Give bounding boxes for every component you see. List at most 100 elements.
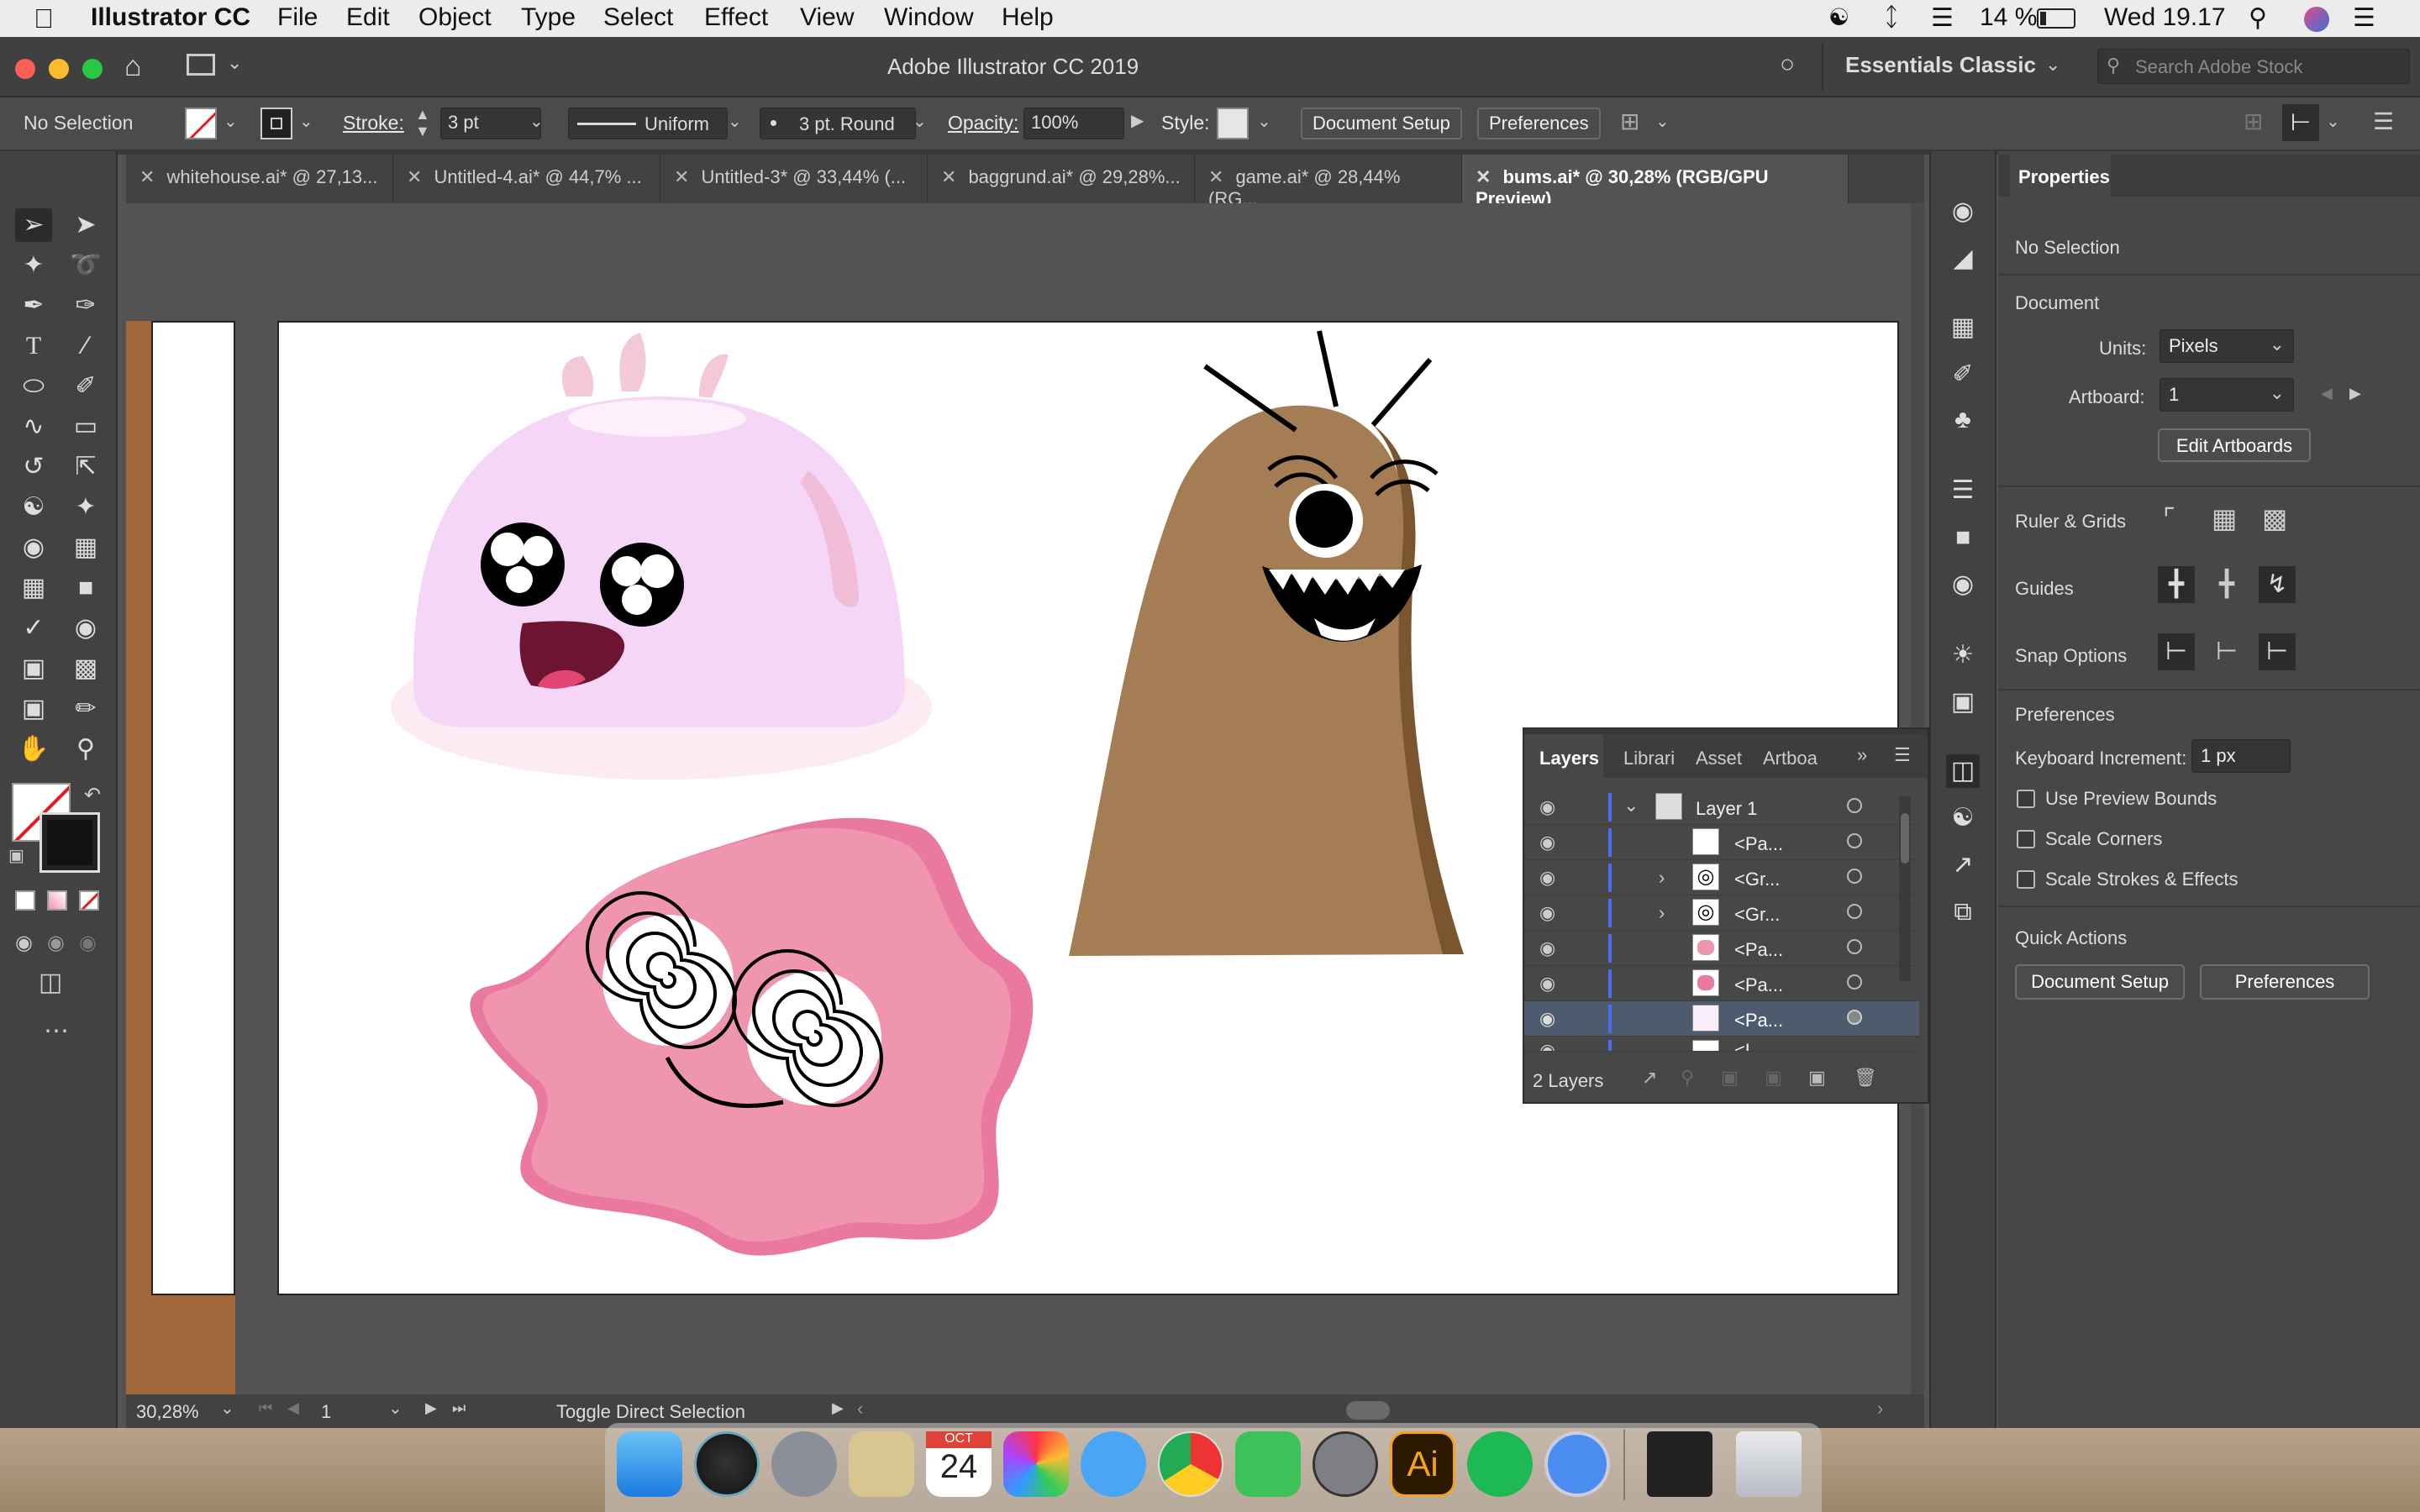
clipping-mask-icon[interactable]: ▣ — [1721, 1067, 1739, 1089]
column-graph-icon[interactable]: ▩ — [67, 652, 104, 685]
tab-untitled-4[interactable]: ✕ Untitled-4.ai* @ 44,7% ... — [393, 155, 660, 203]
eraser-icon[interactable]: ▭ — [67, 410, 104, 444]
panel-menu-icon[interactable]: ☰ — [1894, 744, 1911, 766]
next-artboard-icon[interactable]: ▶ — [425, 1399, 437, 1417]
edit-toolbar-icon[interactable]: ⋯ — [44, 1016, 69, 1046]
new-layer-icon[interactable]: ▣ — [1808, 1067, 1826, 1089]
default-colors-icon[interactable]: ▣ — [8, 845, 24, 866]
asset-export-icon[interactable]: ↗ — [1946, 848, 1980, 882]
stroke-stepper[interactable]: ▲ ▼ — [415, 106, 430, 139]
tab-layers[interactable]: Layers — [1524, 734, 1603, 778]
target-circle-icon[interactable] — [1847, 904, 1862, 919]
export-icon[interactable]: ↗ — [1642, 1067, 1657, 1089]
tab-asset-export[interactable]: Asset — [1696, 748, 1742, 769]
status-menu-arrow-icon[interactable]: ▶ — [832, 1399, 844, 1417]
layers-panel-icon[interactable]: ◫ — [1946, 754, 1980, 788]
artboard-number[interactable]: 1 — [321, 1401, 331, 1423]
menu-view[interactable]: View — [800, 3, 854, 32]
warp-tool-icon[interactable]: ☯ — [15, 491, 52, 524]
object-name[interactable]: <Pa... — [1734, 833, 1783, 855]
snap-to-grid-icon[interactable]: ⊢ — [2208, 633, 2245, 670]
stroke-label[interactable]: Stroke: — [343, 112, 404, 134]
chevron-right-icon[interactable]: › — [1659, 902, 1665, 924]
transparency-grid-icon[interactable]: ▩ — [2262, 502, 2287, 534]
fill-swatch[interactable] — [185, 108, 217, 139]
zoom-window-button[interactable] — [82, 59, 103, 79]
visibility-eye-icon[interactable]: ◉ — [1539, 1008, 1555, 1030]
scale-strokes-checkbox[interactable] — [2017, 870, 2035, 889]
tab-bums[interactable]: ✕ bums.ai* @ 30,28% (RGB/GPU Preview) — [1462, 155, 1849, 209]
sublayer-row[interactable]: ◉ › ◎ <Gr... — [1524, 895, 1919, 931]
preview-app-icon[interactable] — [849, 1431, 914, 1497]
target-circle-icon[interactable] — [1847, 798, 1862, 813]
siri-app-icon[interactable] — [694, 1431, 760, 1497]
shaper-tool-icon[interactable]: ∿ — [15, 410, 52, 444]
launchpad-app-icon[interactable] — [771, 1431, 837, 1497]
slice-tool-icon[interactable]: ✏ — [67, 692, 104, 726]
perspective-grid-icon[interactable]: ▦ — [67, 531, 104, 564]
ellipse-tool-icon[interactable]: ⬭ — [15, 370, 52, 403]
sublayer-row-selected[interactable]: ◉ <Pa... — [1524, 1001, 1919, 1037]
color-panel-icon[interactable]: ◉ — [1946, 195, 1980, 228]
object-name[interactable]: <Gr... — [1734, 904, 1780, 926]
scroll-left-icon[interactable]: ‹ — [857, 1398, 863, 1420]
units-dropdown[interactable]: Pixels ⌄ — [2160, 329, 2294, 363]
gradient-panel-icon[interactable]: ■ — [1946, 521, 1980, 554]
brushes-icon[interactable]: ✐ — [1946, 358, 1980, 391]
opacity-input[interactable]: 100% — [1023, 108, 1124, 139]
arrange-icon[interactable]: ⊞ — [1620, 108, 1639, 135]
artboard-dropdown[interactable]: 1 ⌄ — [2160, 378, 2294, 412]
previous-artboard-icon[interactable]: ◀ — [287, 1399, 299, 1417]
align-icon[interactable]: ⊞ — [2244, 108, 2263, 135]
scale-corners-label[interactable]: Scale Corners — [2045, 828, 2162, 850]
stroke-color-box[interactable] — [39, 812, 100, 873]
smart-guides-icon[interactable]: ↯ — [2259, 566, 2296, 603]
lock-guides-icon[interactable]: ╋ — [2208, 566, 2245, 603]
layer-row[interactable]: ◉ ⌄ Layer 1 — [1524, 790, 1919, 825]
target-circle-icon[interactable] — [1847, 939, 1862, 954]
keyboard-increment-input[interactable]: 1 px — [2191, 739, 2291, 773]
system-preferences-app-icon[interactable] — [1313, 1431, 1378, 1497]
sublayer-row[interactable]: ◉ <Pa... — [1524, 966, 1919, 1001]
previous-artboard-icon[interactable]: ◀ — [2321, 385, 2333, 402]
selection-tool-icon[interactable]: ➢ — [15, 208, 52, 242]
swatches-icon[interactable]: ▦ — [1946, 311, 1980, 344]
sublayer-row[interactable]: ◉ <Pa... — [1524, 825, 1919, 860]
new-sublayer-icon[interactable]: ▣ — [1765, 1067, 1782, 1089]
tab-untitled-3[interactable]: ✕ Untitled-3* @ 33,44% (... — [660, 155, 928, 203]
illustrator-app-icon[interactable]: Ai — [1390, 1431, 1455, 1497]
menu-help[interactable]: Help — [1002, 3, 1054, 32]
hand-tool-icon[interactable]: ✋ — [15, 732, 52, 766]
tab-whitehouse[interactable]: ✕ whitehouse.ai* @ 27,13... — [126, 155, 393, 203]
scale-tool-icon[interactable]: ⇱ — [67, 450, 104, 484]
chevron-right-icon[interactable]: › — [1659, 867, 1665, 889]
close-tab-icon[interactable]: ✕ — [1476, 166, 1491, 187]
horizontal-scroll-thumb[interactable] — [1346, 1401, 1390, 1420]
chevron-down-icon[interactable]: ⌄ — [1623, 795, 1639, 816]
facetime-app-icon[interactable] — [1235, 1431, 1301, 1497]
object-name[interactable]: <Pa... — [1734, 974, 1783, 996]
arrange-chevron-icon[interactable]: ⌄ — [1655, 111, 1670, 132]
more-panels-icon[interactable]: » — [1857, 744, 1867, 766]
zoom-tool-icon[interactable]: ⚲ — [67, 732, 104, 766]
menu-select[interactable]: Select — [603, 3, 673, 32]
menu-type[interactable]: Type — [521, 3, 576, 32]
style-chevron-icon[interactable]: ⌄ — [1257, 111, 1271, 132]
document-setup-button[interactable]: Document Setup — [1301, 108, 1462, 139]
snap-to-pixel-icon[interactable]: ⊢ — [2259, 633, 2296, 670]
jelly-monster[interactable] — [391, 333, 932, 780]
preferences-button[interactable]: Preferences — [1477, 108, 1601, 139]
draw-normal-icon[interactable]: ◉ — [15, 931, 33, 955]
none-mode-icon[interactable] — [79, 890, 99, 911]
use-preview-bounds-label[interactable]: Use Preview Bounds — [2045, 788, 2217, 810]
gradient-tool-icon[interactable]: ■ — [67, 571, 104, 605]
calendar-app-icon[interactable]: OCT 24 — [926, 1431, 992, 1497]
close-tab-icon[interactable]: ✕ — [407, 166, 422, 187]
close-tab-icon[interactable]: ✕ — [674, 166, 689, 187]
graphic-styles-icon[interactable]: ▣ — [1946, 685, 1980, 719]
visibility-eye-icon[interactable]: ◉ — [1539, 1040, 1555, 1051]
grid-icon[interactable]: ▦ — [2212, 502, 2237, 534]
notification-center-icon[interactable]: ☰ — [2353, 3, 2375, 33]
visibility-eye-icon[interactable]: ◉ — [1539, 796, 1555, 818]
bluetooth-icon[interactable]: ᛨ — [1884, 3, 1899, 32]
